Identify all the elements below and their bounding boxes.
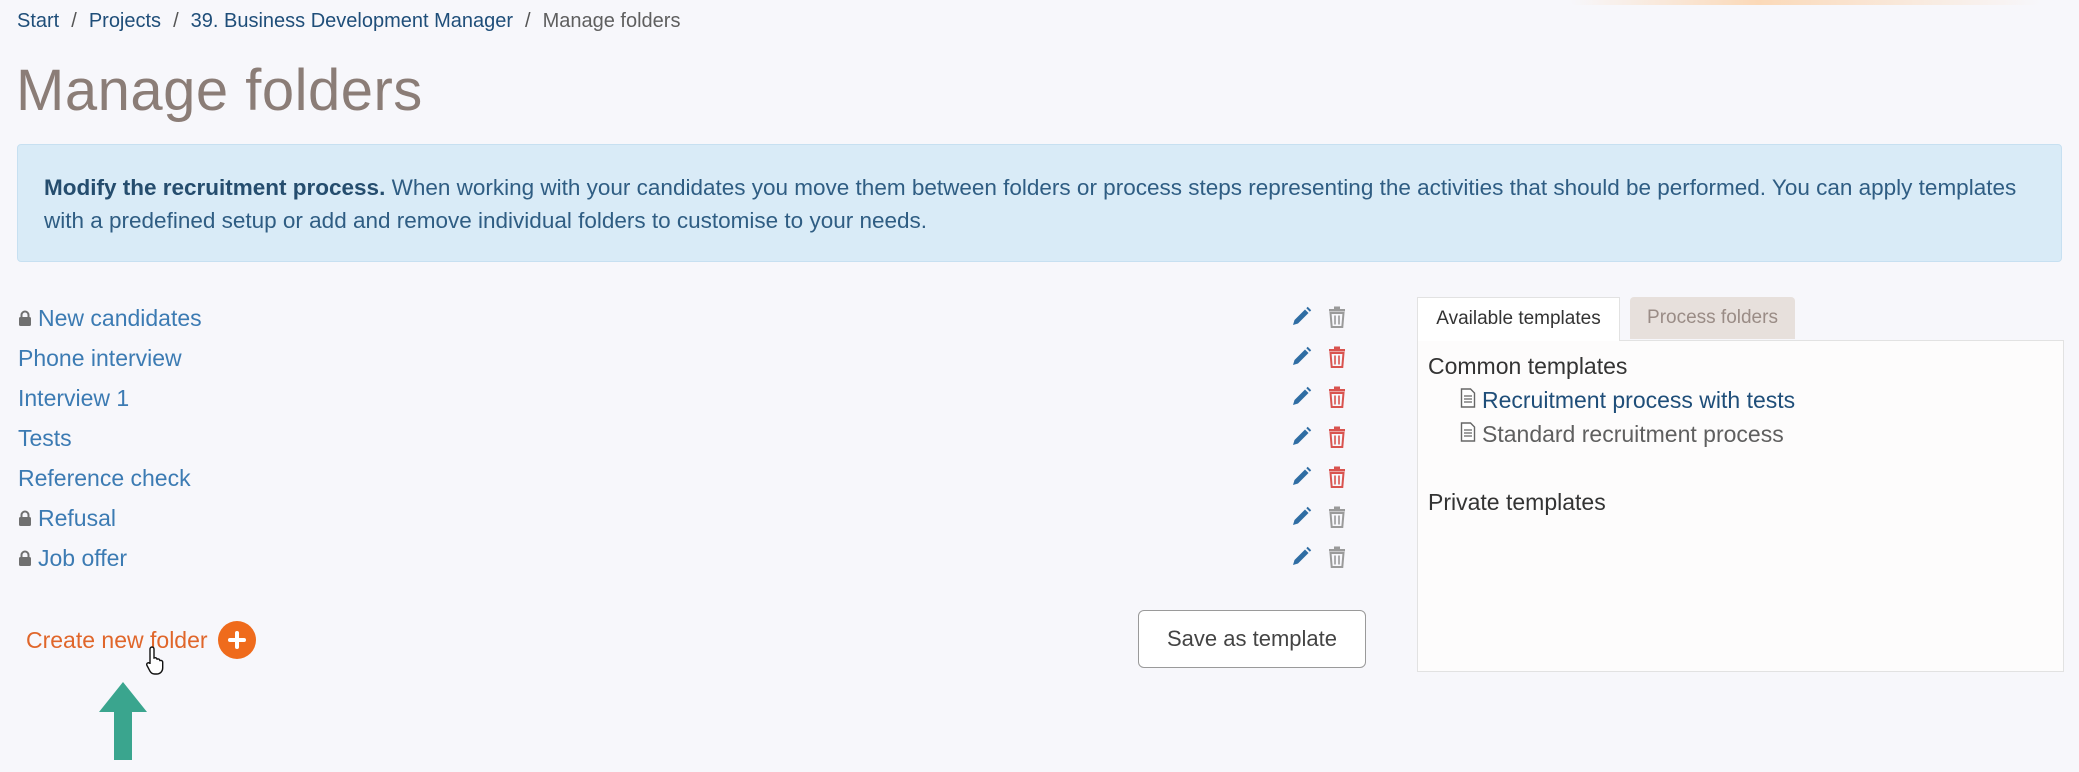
folder-link[interactable]: New candidates	[18, 303, 202, 334]
folder-row: Reference check	[18, 460, 1358, 500]
folder-link[interactable]: Interview 1	[18, 383, 129, 413]
folder-link[interactable]: Tests	[18, 423, 72, 453]
info-alert: Modify the recruitment process. When wor…	[17, 144, 2062, 262]
folder-link[interactable]: Refusal	[18, 503, 116, 534]
create-new-folder-button[interactable]: Create new folder	[26, 621, 256, 659]
folder-label: Refusal	[38, 505, 116, 531]
trash-icon[interactable]	[1328, 506, 1346, 533]
folder-row: Tests	[18, 420, 1358, 460]
pencil-icon[interactable]	[1290, 346, 1312, 373]
template-label: Recruitment process with tests	[1482, 387, 1796, 413]
lock-icon	[18, 544, 32, 574]
save-as-template-button[interactable]: Save as template	[1138, 610, 1366, 668]
lock-icon	[18, 504, 32, 534]
document-icon	[1460, 421, 1476, 448]
template-item[interactable]: Standard recruitment process	[1460, 421, 1784, 448]
pencil-icon[interactable]	[1290, 426, 1312, 453]
breadcrumb-start[interactable]: Start	[17, 10, 59, 32]
breadcrumb-separator: /	[173, 10, 179, 32]
tab-process-folders[interactable]: Process folders	[1630, 297, 1795, 339]
folder-row: Interview 1	[18, 380, 1358, 420]
pencil-icon[interactable]	[1290, 386, 1312, 413]
breadcrumb-separator: /	[71, 10, 77, 32]
pencil-icon[interactable]	[1290, 306, 1312, 333]
folder-label: Job offer	[38, 545, 128, 571]
common-templates-heading: Common templates	[1428, 353, 1628, 379]
folder-row: New candidates	[18, 300, 1358, 340]
private-templates-heading: Private templates	[1428, 489, 1606, 515]
breadcrumb-project[interactable]: 39. Business Development Manager	[191, 10, 513, 32]
arrow-up-icon	[97, 680, 149, 767]
lock-icon	[18, 304, 32, 334]
folder-label: Phone interview	[18, 345, 182, 371]
trash-icon[interactable]	[1328, 426, 1346, 453]
info-heading: Modify the recruitment process.	[44, 175, 386, 200]
pencil-icon[interactable]	[1290, 506, 1312, 533]
folder-link[interactable]: Reference check	[18, 463, 191, 493]
breadcrumb-projects[interactable]: Projects	[89, 10, 161, 32]
document-icon	[1460, 387, 1476, 414]
template-label: Standard recruitment process	[1482, 421, 1784, 447]
create-folder-label: Create new folder	[26, 626, 208, 653]
trash-icon[interactable]	[1328, 386, 1346, 413]
page-title: Manage folders	[16, 58, 423, 123]
breadcrumb-current: Manage folders	[542, 10, 681, 32]
trash-icon[interactable]	[1328, 306, 1346, 333]
folder-row: Refusal	[18, 500, 1358, 540]
template-item[interactable]: Recruitment process with tests	[1460, 387, 1795, 414]
templates-panel: Common templates Recruitment process wit…	[1417, 340, 2064, 672]
trash-icon[interactable]	[1328, 346, 1346, 373]
trash-icon[interactable]	[1328, 546, 1346, 573]
tab-available-templates[interactable]: Available templates	[1417, 297, 1620, 341]
pencil-icon[interactable]	[1290, 466, 1312, 493]
folder-link[interactable]: Job offer	[18, 543, 127, 574]
breadcrumb: Start / Projects / 39. Business Development …	[17, 8, 680, 34]
trash-icon[interactable]	[1328, 466, 1346, 493]
pencil-icon[interactable]	[1290, 546, 1312, 573]
hand-pointer-cursor-icon	[145, 645, 167, 680]
folder-link[interactable]: Phone interview	[18, 343, 182, 373]
breadcrumb-separator: /	[525, 10, 531, 32]
folder-list: New candidates Phone interview Interview…	[18, 300, 1358, 580]
folder-row: Phone interview	[18, 340, 1358, 380]
folder-label: Tests	[18, 425, 72, 451]
plus-circle-icon[interactable]	[217, 621, 256, 659]
folder-label: New candidates	[38, 305, 202, 331]
top-edge-highlight	[1570, 0, 2040, 5]
folder-row: Job offer	[18, 540, 1358, 580]
folder-label: Reference check	[18, 465, 191, 491]
folder-label: Interview 1	[18, 385, 130, 411]
